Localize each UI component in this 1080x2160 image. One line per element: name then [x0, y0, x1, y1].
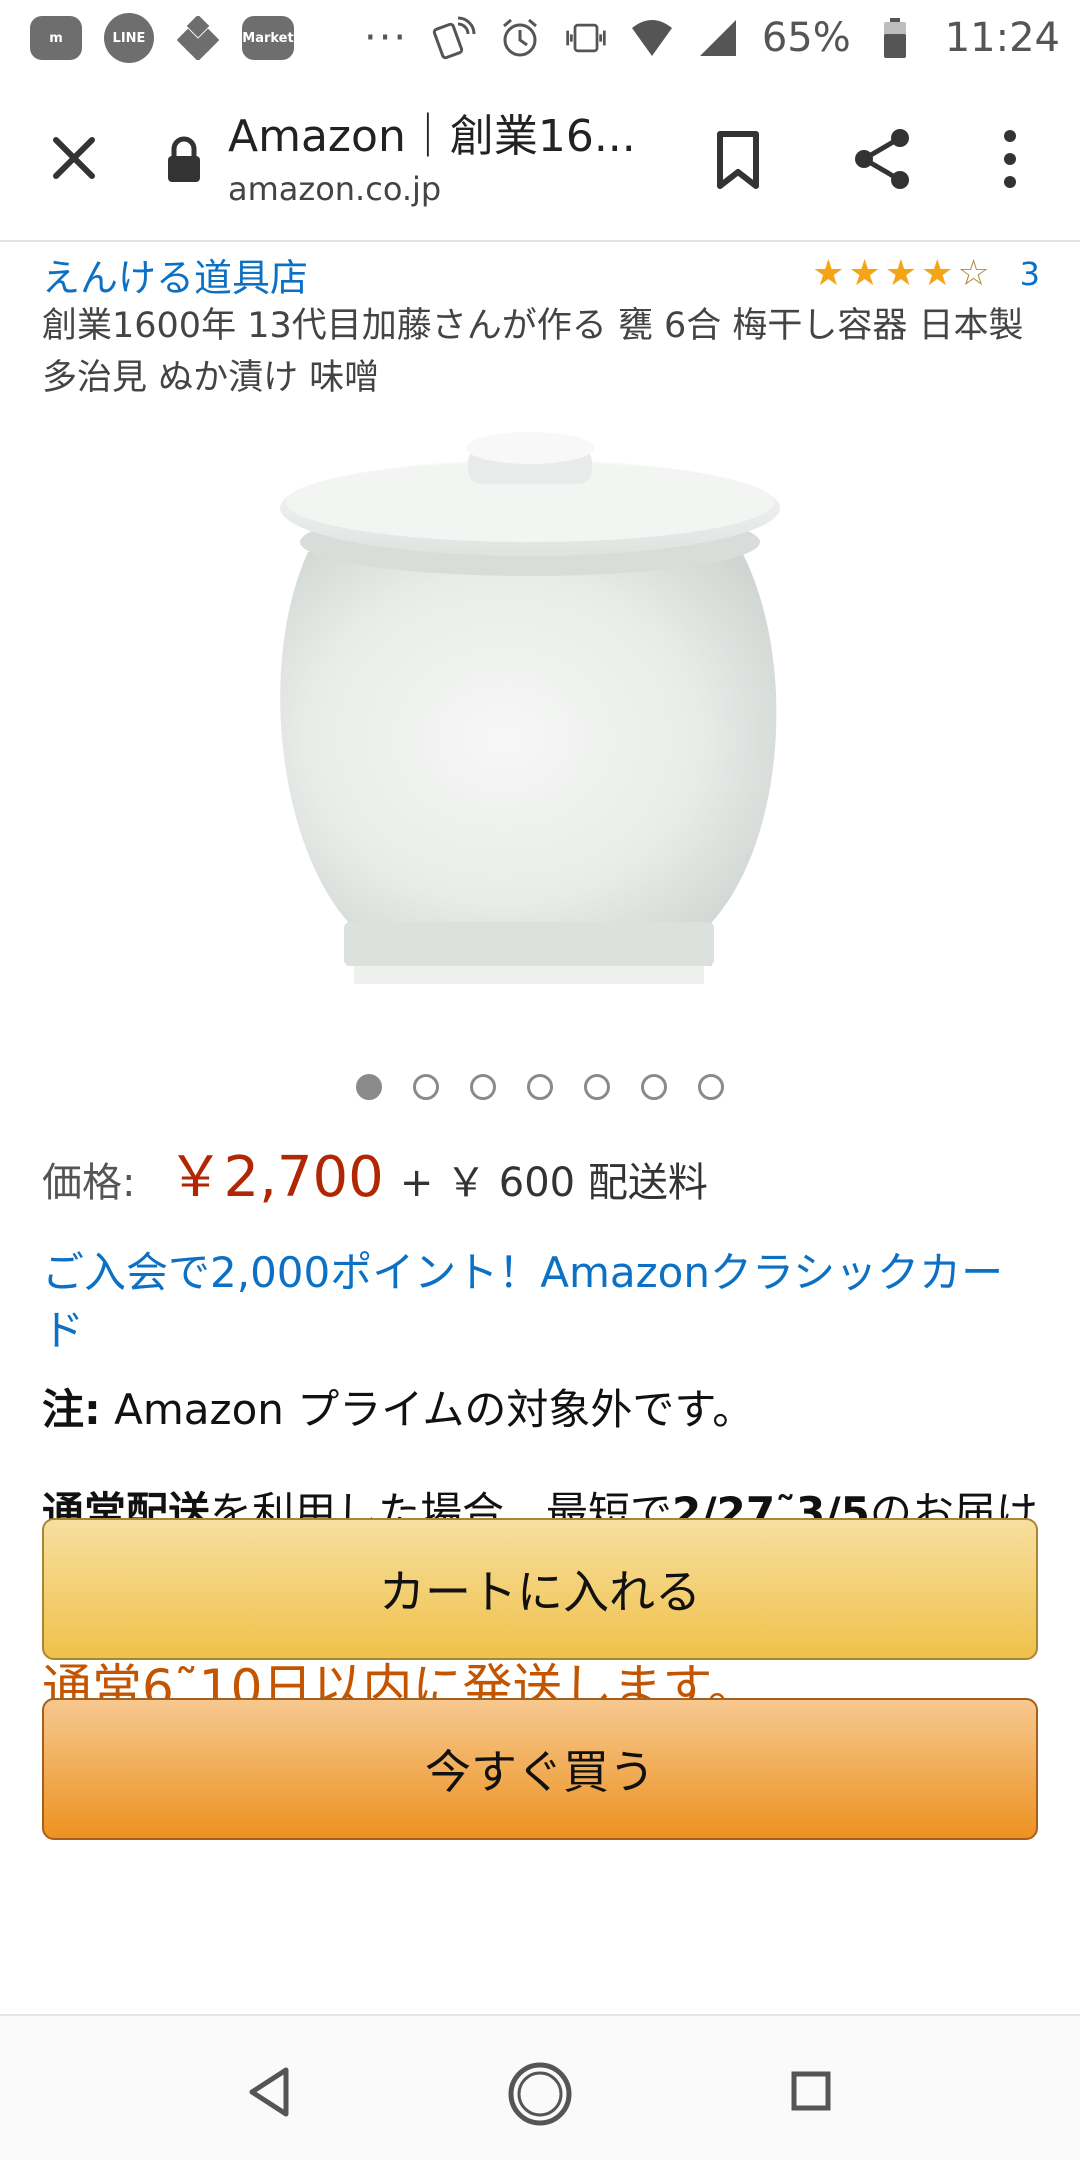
browser-toolbar: Amazon｜創業16... amazon.co.jp [0, 76, 1080, 242]
line-app-icon: LINE [104, 13, 154, 63]
signal-icon [696, 16, 740, 60]
buy-now-button[interactable]: 今すぐ買う [42, 1698, 1038, 1840]
product-image[interactable] [268, 422, 812, 1026]
market-app-icon: Market [242, 16, 294, 60]
note-label: 注: [42, 1385, 101, 1434]
star-icon: ★ [884, 253, 918, 294]
price-value: ￥2,700 [167, 1145, 384, 1210]
star-icon: ★ [848, 253, 881, 294]
alarm-icon [498, 16, 542, 60]
navigation-bar [0, 2014, 1080, 2160]
recents-icon[interactable] [790, 2070, 832, 2112]
rating-count[interactable]: 3 [1020, 255, 1040, 293]
star-empty-icon: ☆ [957, 253, 990, 294]
phone-screen: m LINE Market ··· 65% 11:24 Amazon｜創業16.… [0, 0, 1080, 2160]
battery-icon [873, 16, 917, 60]
image-carousel-dots [0, 1074, 1080, 1100]
lock-icon [164, 136, 204, 184]
star-icon: ★ [921, 253, 954, 294]
page-url: amazon.co.jp [228, 170, 442, 208]
carousel-dot[interactable] [641, 1074, 667, 1100]
note-text: Amazon プライムの対象外です。 [100, 1385, 755, 1434]
rating[interactable]: ★ ★ ★ ★ ☆ 3 [812, 255, 1040, 293]
share-icon[interactable] [850, 126, 916, 192]
carousel-dot[interactable] [470, 1074, 496, 1100]
add-to-cart-button[interactable]: カートに入れる [42, 1518, 1038, 1660]
status-left: m LINE Market ··· [30, 13, 408, 63]
status-bar: m LINE Market ··· 65% 11:24 [0, 0, 1080, 76]
wifi-icon [630, 16, 674, 60]
product-title: 創業1600年 13代目加藤さんが作る 甕 6合 梅干し容器 日本製 多治見 ぬ… [42, 306, 1024, 398]
page-title: Amazon｜創業16... [228, 111, 636, 162]
mercari-app-icon: m [30, 16, 82, 60]
credit-card-promo-link[interactable]: ご入会で2,000ポイント！Amazonクラシックカード [42, 1244, 1042, 1360]
carousel-dot[interactable] [413, 1074, 439, 1100]
clock: 11:24 [944, 15, 1060, 61]
price-row: 価格: ￥2,700 + ￥ 600 配送料 [42, 1132, 708, 1213]
carousel-dot[interactable] [527, 1074, 553, 1100]
battery-percent: 65% [761, 15, 851, 61]
carousel-dot[interactable] [356, 1074, 382, 1100]
carousel-dot[interactable] [584, 1074, 610, 1100]
cubes-app-icon [176, 16, 220, 60]
more-options-icon[interactable] [990, 124, 1030, 194]
brand-row: えんける道具店 ★ ★ ★ ★ ☆ 3 [42, 246, 1040, 302]
back-icon[interactable] [246, 2066, 292, 2118]
carousel-dot[interactable] [698, 1074, 724, 1100]
price-label: 価格: [42, 1160, 136, 1206]
close-tab-icon[interactable] [42, 126, 106, 190]
prime-note: 注: Amazon プライムの対象外です。 [42, 1376, 1042, 1437]
vibrate-icon [564, 16, 608, 60]
home-icon[interactable] [506, 2060, 574, 2128]
nfc-icon [432, 16, 476, 60]
brand-link[interactable]: えんける道具店 [42, 247, 308, 302]
star-icon: ★ [812, 253, 845, 294]
bookmark-icon[interactable] [712, 128, 764, 192]
status-right: 65% 11:24 [432, 15, 1060, 61]
more-notifications-icon: ··· [364, 15, 409, 61]
shipping-fee: + ￥ 600 配送料 [399, 1160, 708, 1206]
